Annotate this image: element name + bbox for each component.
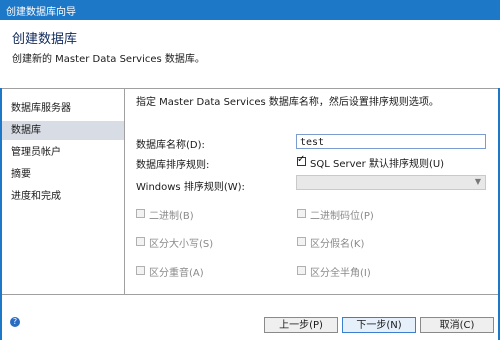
case-sensitive-label: 区分大小写(S)	[149, 239, 214, 250]
back-button[interactable]: 上一步(P)	[264, 317, 338, 333]
windows-collation-label: Windows 排序规则(W):	[136, 182, 245, 193]
binary-checkbox[interactable]	[136, 209, 145, 218]
sql-default-collation-label: SQL Server 默认排序规则(U)	[310, 159, 445, 170]
next-button[interactable]: 下一步(N)	[342, 317, 416, 333]
binary-label: 二进制(B)	[149, 211, 194, 222]
accent-sensitive-label: 区分重音(A)	[149, 268, 204, 279]
binary-code-point-label: 二进制码位(P)	[310, 211, 374, 222]
page-subtitle: 创建新的 Master Data Services 数据库。	[12, 54, 205, 65]
db-name-input[interactable]: test	[296, 134, 486, 149]
page-title: 创建数据库	[12, 32, 78, 47]
cancel-button[interactable]: 取消(C)	[420, 317, 494, 333]
sidebar-item-database[interactable]: 数据库	[2, 121, 124, 140]
wizard-footer: ? 上一步(P) 下一步(N) 取消(C)	[2, 295, 498, 340]
help-icon[interactable]: ?	[10, 317, 20, 327]
windows-collation-select[interactable]: ▼	[296, 175, 486, 190]
sidebar-item-progress[interactable]: 进度和完成	[2, 187, 124, 206]
main-panel: 指定 Master Data Services 数据库名称，然后设置排序规则选项…	[124, 89, 498, 294]
title-bar: 创建数据库向导	[0, 0, 500, 20]
db-name-label: 数据库名称(D):	[136, 140, 205, 151]
sql-default-collation-checkbox[interactable]	[297, 154, 306, 166]
kana-sensitive-label: 区分假名(K)	[310, 239, 365, 250]
width-sensitive-label: 区分全半角(I)	[310, 268, 371, 279]
wizard-sidebar: 数据库服务器 数据库 管理员帐户 摘要 进度和完成	[2, 89, 125, 294]
accent-sensitive-checkbox[interactable]	[136, 266, 145, 275]
sidebar-item-admin-account[interactable]: 管理员帐户	[2, 143, 124, 162]
collation-label: 数据库排序规则:	[136, 160, 210, 171]
case-sensitive-checkbox[interactable]	[136, 237, 145, 246]
wizard-header: 创建数据库 创建新的 Master Data Services 数据库。	[0, 20, 500, 88]
width-sensitive-checkbox[interactable]	[297, 266, 306, 275]
sidebar-item-database-server[interactable]: 数据库服务器	[2, 99, 124, 118]
window-title: 创建数据库向导	[6, 7, 76, 18]
chevron-down-icon: ▼	[474, 177, 481, 186]
intro-text: 指定 Master Data Services 数据库名称，然后设置排序规则选项…	[136, 97, 439, 108]
kana-sensitive-checkbox[interactable]	[297, 237, 306, 246]
binary-code-point-checkbox[interactable]	[297, 209, 306, 218]
sidebar-item-summary[interactable]: 摘要	[2, 165, 124, 184]
